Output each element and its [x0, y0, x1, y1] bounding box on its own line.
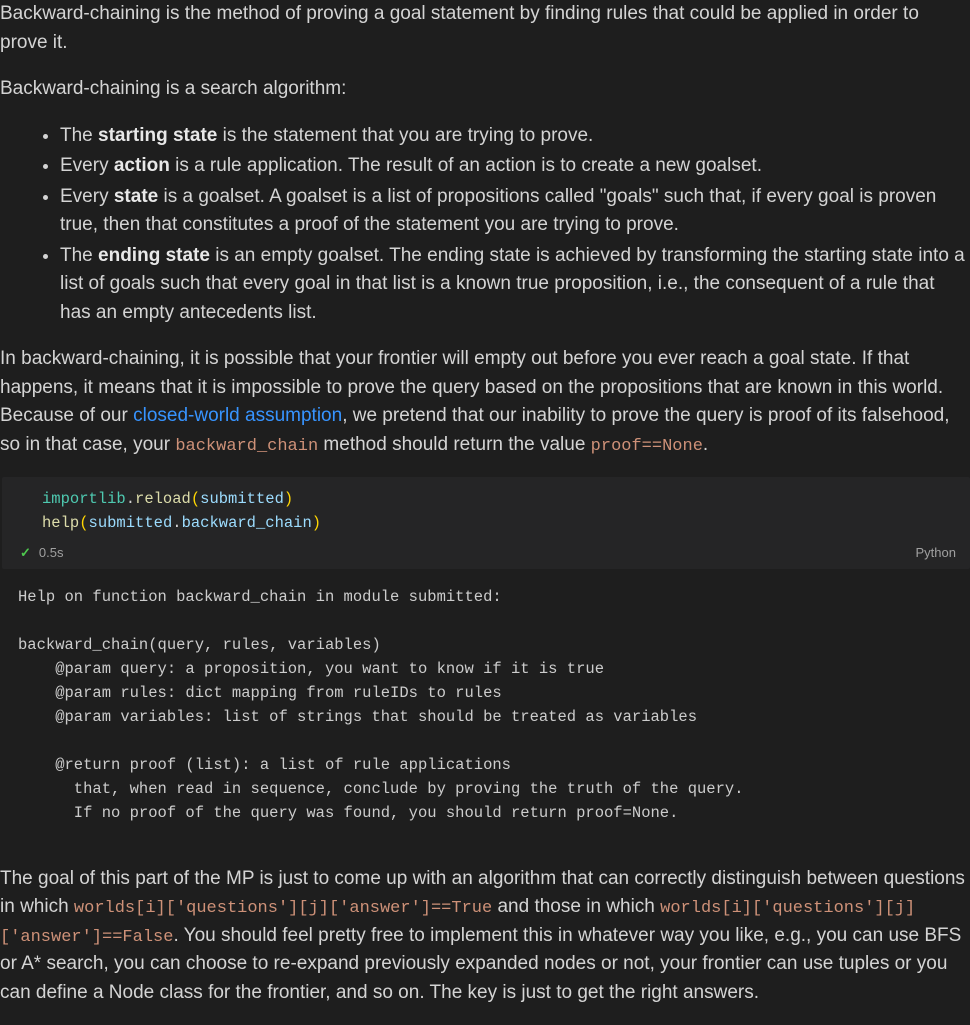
code-cell-content[interactable]: importlib.reload(submitted) help(submitt…: [2, 477, 970, 539]
strong-text: state: [114, 186, 158, 207]
closed-world-paragraph: In backward-chaining, it is possible tha…: [0, 345, 970, 459]
goal-paragraph: The goal of this part of the MP is just …: [0, 865, 970, 1008]
success-check-icon: ✓: [20, 543, 31, 563]
inline-code: worlds[i]['questions'][j]['answer']==Tru…: [74, 899, 492, 918]
prose-body: Backward-chaining is the method of provi…: [0, 0, 970, 459]
inline-code: backward_chain: [175, 437, 318, 456]
list-item: The ending state is an empty goalset. Th…: [60, 242, 970, 328]
strong-text: ending state: [98, 245, 210, 266]
strong-text: action: [114, 155, 170, 176]
strong-text: starting state: [98, 125, 217, 146]
tail-paragraph: The goal of this part of the MP is just …: [0, 865, 970, 1008]
cell-status-bar: ✓ 0.5s Python: [2, 539, 970, 569]
list-item: Every state is a goalset. A goalset is a…: [60, 183, 970, 240]
intro-paragraph-1: Backward-chaining is the method of provi…: [0, 0, 970, 57]
kernel-label[interactable]: Python: [916, 543, 956, 563]
list-item: The starting state is the statement that…: [60, 122, 970, 151]
cell-output: Help on function backward_chain in modul…: [0, 577, 970, 825]
list-item: Every action is a rule application. The …: [60, 152, 970, 181]
closed-world-assumption-link[interactable]: closed-world assumption: [133, 405, 342, 426]
search-algorithm-list: The starting state is the statement that…: [0, 122, 970, 328]
intro-paragraph-2: Backward-chaining is a search algorithm:: [0, 75, 970, 104]
inline-code: proof==None: [591, 437, 703, 456]
code-cell[interactable]: importlib.reload(submitted) help(submitt…: [2, 477, 970, 569]
execution-time: 0.5s: [39, 543, 64, 563]
